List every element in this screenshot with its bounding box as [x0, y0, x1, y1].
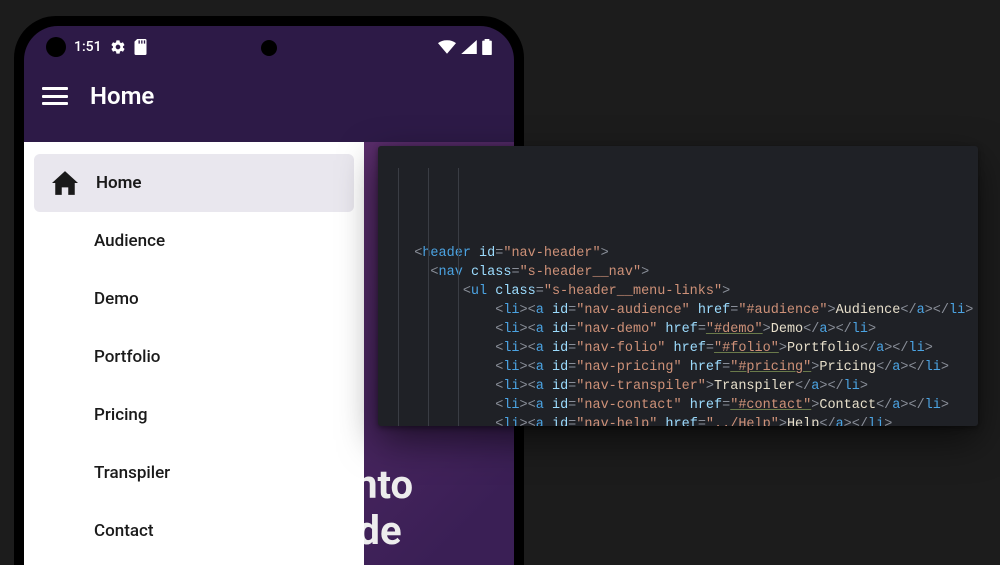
- drawer-item-label: Contact: [94, 521, 154, 541]
- status-dot: [46, 37, 66, 57]
- drawer-item-portfolio[interactable]: Portfolio: [34, 328, 354, 386]
- drawer-item-audience[interactable]: Audience: [34, 212, 354, 270]
- menu-button[interactable]: [42, 87, 68, 105]
- code-snippet-panel: <header id="nav-header"> <nav class="s-h…: [378, 146, 978, 426]
- drawer-item-label: Pricing: [94, 405, 148, 425]
- code-block: <header id="nav-header"> <nav class="s-h…: [398, 168, 958, 426]
- drawer-item-pricing[interactable]: Pricing: [34, 386, 354, 444]
- drawer-item-label: Demo: [94, 289, 139, 309]
- sd-card-icon: [134, 39, 147, 55]
- wifi-icon: [438, 40, 456, 54]
- drawer-item-home[interactable]: Home: [34, 154, 354, 212]
- drawer-item-label: Portfolio: [94, 347, 160, 367]
- nav-drawer: Home Audience Demo Portfolio Pricing Tra…: [24, 142, 364, 565]
- battery-icon: [482, 39, 492, 55]
- drawer-item-contact[interactable]: Contact: [34, 502, 354, 560]
- drawer-item-label: Transpiler: [94, 463, 170, 483]
- drawer-item-transpiler[interactable]: Transpiler: [34, 444, 354, 502]
- drawer-item-demo[interactable]: Demo: [34, 270, 354, 328]
- home-icon: [52, 171, 78, 195]
- app-bar: Home: [24, 62, 514, 130]
- gear-icon: [110, 39, 126, 55]
- page-title: Home: [90, 82, 154, 110]
- drawer-item-label: Home: [96, 173, 142, 193]
- signal-icon: [461, 40, 477, 54]
- phone-notch: [261, 40, 277, 56]
- drawer-item-label: Audience: [94, 231, 165, 251]
- status-time: 1:51: [74, 39, 102, 55]
